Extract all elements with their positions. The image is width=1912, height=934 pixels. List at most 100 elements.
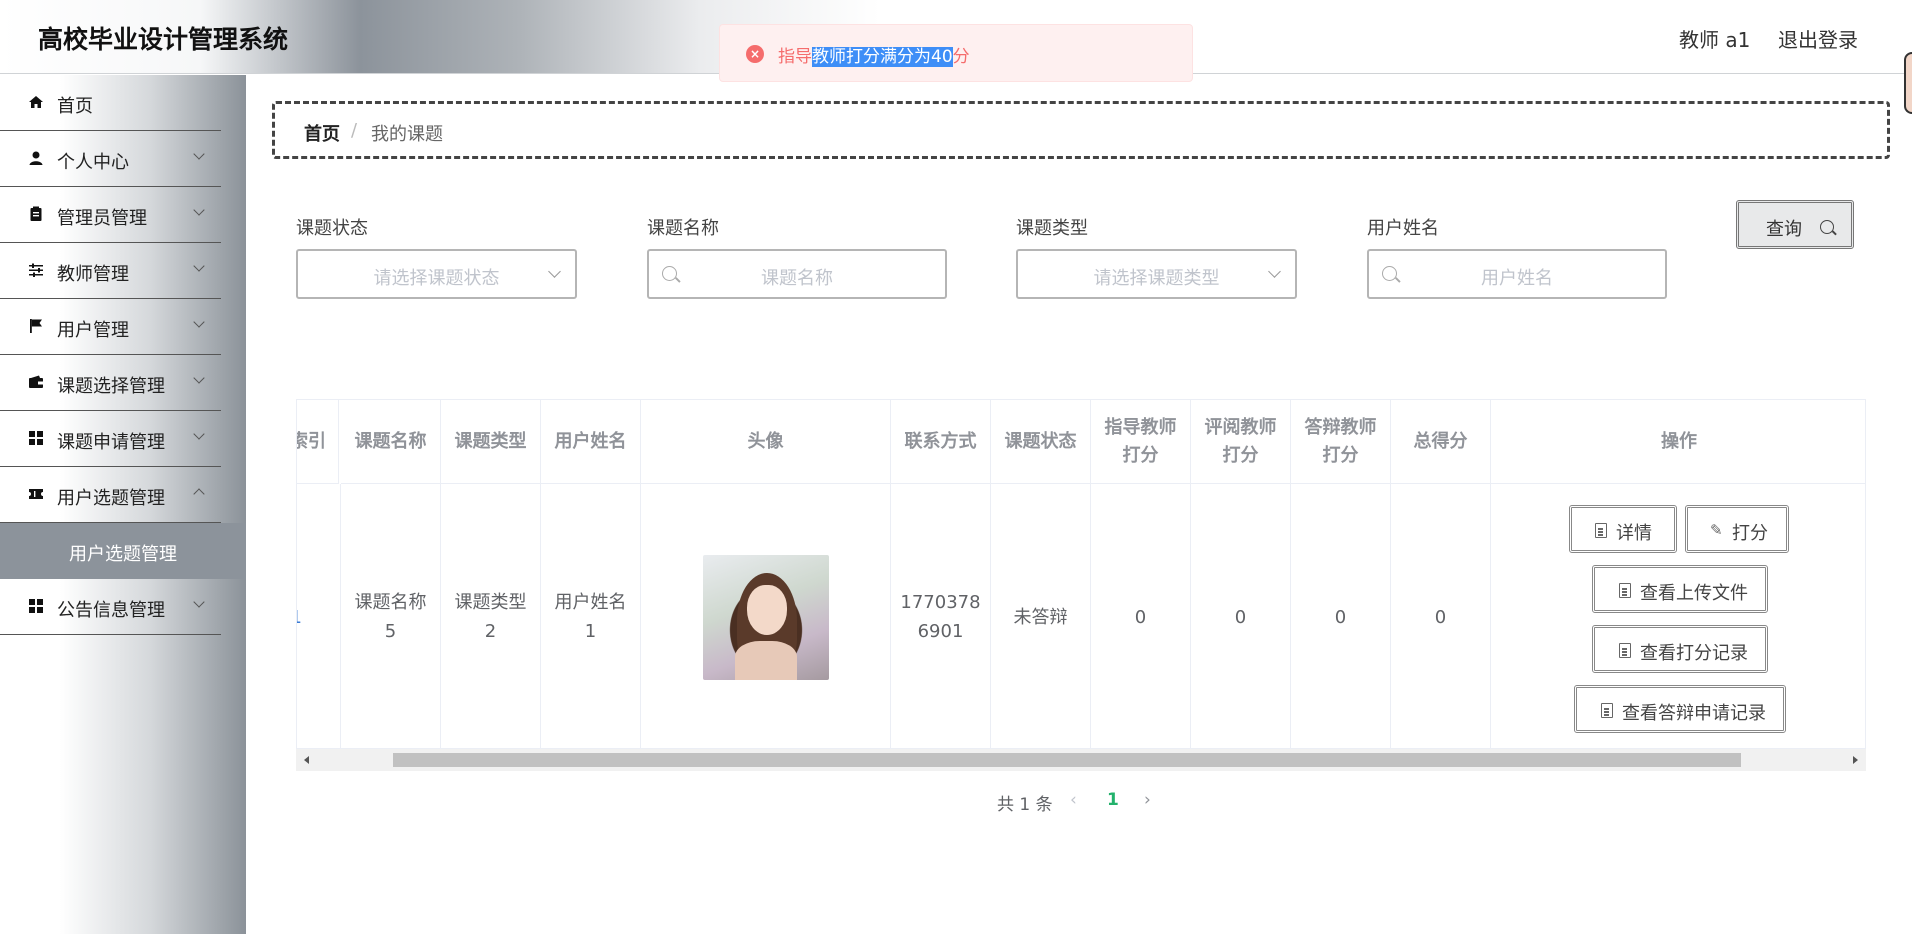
cell-topic-name: 课题名称 5 xyxy=(341,484,441,748)
detail-button[interactable]: 详情 xyxy=(1569,505,1677,553)
view-upload-button[interactable]: 查看上传文件 xyxy=(1592,565,1768,613)
user-name-input[interactable]: 用户姓名 xyxy=(1367,249,1667,299)
sidebar-item-label: 公告信息管理 xyxy=(57,600,165,621)
avatar[interactable] xyxy=(702,554,829,680)
col-header-guide-score-line2: 打分 xyxy=(1122,444,1159,466)
breadcrumb-current: 我的课题 xyxy=(371,124,443,145)
sidebar-item-label: 用户管理 xyxy=(57,320,129,341)
topic-name-placeholder: 课题名称 xyxy=(761,268,833,289)
chevron-down-icon xyxy=(193,148,205,160)
name-filter-label: 课题名称 xyxy=(647,218,719,239)
status-select-placeholder: 请选择课题状态 xyxy=(373,268,500,289)
query-button[interactable]: 查询 xyxy=(1736,200,1854,249)
view-defense-log-button[interactable]: 查看答辩申请记录 xyxy=(1574,685,1786,733)
type-filter-label: 课题类型 xyxy=(1016,218,1088,239)
ticket-icon xyxy=(27,486,45,504)
cell-status: 未答辩 xyxy=(991,484,1091,748)
view-score-log-button[interactable]: 查看打分记录 xyxy=(1592,625,1768,673)
wallet-icon xyxy=(27,374,45,392)
user-filter-label: 用户姓名 xyxy=(1367,218,1439,239)
cell-topic-type: 课题类型 2 xyxy=(441,484,541,748)
sidebar-item-topic-application[interactable]: 课题申请管理 xyxy=(0,411,221,467)
sidebar-item-admins[interactable]: 管理员管理 xyxy=(0,187,221,243)
col-header-total: 总得分 xyxy=(1391,400,1491,484)
col-header-status: 课题状态 xyxy=(991,400,1091,484)
type-select-placeholder: 请选择课题类型 xyxy=(1093,268,1220,289)
col-header-guide-score: 指导教师 打分 xyxy=(1091,400,1191,484)
sliders-icon xyxy=(27,262,45,280)
toast-text-pre: 指导 xyxy=(778,47,812,67)
table-horizontal-scrollbar[interactable] xyxy=(296,749,1866,771)
grid-icon xyxy=(27,598,45,616)
sidebar-item-user-topic[interactable]: 用户选题管理 xyxy=(0,467,221,523)
cell-avatar xyxy=(641,484,891,748)
error-toast: × 指导教师打分满分为40分 xyxy=(719,24,1193,82)
app-title: 高校毕业设计管理系统 xyxy=(38,25,289,54)
cell-user-name: 用户姓名 1 xyxy=(541,484,641,748)
sidebar-item-announcements[interactable]: 公告信息管理 xyxy=(0,579,221,635)
score-button[interactable]: ✎ 打分 xyxy=(1685,505,1789,553)
cell-topic-type-line2: 2 xyxy=(484,621,497,642)
search-icon xyxy=(1820,220,1834,234)
avatar-body xyxy=(734,640,797,680)
sidebar-item-label: 教师管理 xyxy=(57,264,129,285)
status-select[interactable]: 请选择课题状态 xyxy=(296,249,577,299)
sidebar-item-label: 个人中心 xyxy=(57,152,129,173)
cell-contact: 1770378 6901 xyxy=(891,484,991,748)
sidebar-item-users[interactable]: 用户管理 xyxy=(0,299,221,355)
col-header-defense-score-line1: 答辩教师 xyxy=(1304,416,1377,438)
toast-text-highlight: 教师打分满分为40 xyxy=(812,47,953,67)
cell-topic-name-line2: 5 xyxy=(384,621,397,642)
col-header-review-score-line2: 打分 xyxy=(1222,444,1259,466)
topic-table: 索引 课题名称 课题类型 用户姓名 头像 联系方式 课题状态 指导教师 打分 评… xyxy=(296,399,1866,749)
pagination-prev-button[interactable]: ‹ xyxy=(1070,790,1077,810)
cell-total: 0 xyxy=(1391,484,1491,748)
sidebar-item-label: 课题申请管理 xyxy=(57,432,165,453)
chevron-up-icon xyxy=(193,488,205,500)
sidebar-item-label: 首页 xyxy=(57,96,93,117)
scroll-right-arrow-icon[interactable] xyxy=(1853,756,1858,764)
score-button-label: 打分 xyxy=(1732,523,1768,544)
col-header-topic-name: 课题名称 xyxy=(341,400,441,484)
cell-guide-score: 0 xyxy=(1091,484,1191,748)
sidebar-item-label: 课题选择管理 xyxy=(57,376,165,397)
pagination-next-button[interactable]: › xyxy=(1144,790,1151,810)
view-upload-button-label: 查看上传文件 xyxy=(1640,583,1748,604)
submenu-item-user-topic-management[interactable]: 用户选题管理 xyxy=(0,523,246,579)
chevron-down-icon xyxy=(193,596,205,608)
document-icon xyxy=(1595,523,1607,538)
scroll-left-arrow-icon[interactable] xyxy=(304,756,309,764)
user-icon xyxy=(27,150,45,168)
error-circle-icon: × xyxy=(746,45,764,63)
type-select[interactable]: 请选择课题类型 xyxy=(1016,249,1297,299)
col-header-contact: 联系方式 xyxy=(891,400,991,484)
side-tab-handle[interactable] xyxy=(1904,52,1912,114)
col-header-review-score: 评阅教师 打分 xyxy=(1191,400,1291,484)
sidebar-item-label: 用户选题管理 xyxy=(57,488,165,509)
col-header-avatar: 头像 xyxy=(641,400,891,484)
breadcrumb-home-link[interactable]: 首页 xyxy=(304,120,340,146)
sidebar-item-teachers[interactable]: 教师管理 xyxy=(0,243,221,299)
pagination-page-1[interactable]: 1 xyxy=(1107,790,1119,810)
cell-user-name-line1: 用户姓名 xyxy=(554,592,627,613)
sidebar-item-topic-selection[interactable]: 课题选择管理 xyxy=(0,355,221,411)
toast-text-post: 分 xyxy=(952,47,970,67)
document-icon xyxy=(1619,583,1631,598)
sidebar-item-personal[interactable]: 个人中心 xyxy=(0,131,221,187)
cell-contact-line1: 1770378 xyxy=(900,592,981,613)
sidebar-item-label: 管理员管理 xyxy=(57,208,147,229)
detail-button-label: 详情 xyxy=(1616,523,1652,544)
col-header-user-name: 用户姓名 xyxy=(541,400,641,484)
pagination-total: 共 1 条 xyxy=(997,795,1053,815)
chevron-down-icon xyxy=(193,204,205,216)
logout-link[interactable]: 退出登录 xyxy=(1778,24,1858,53)
sidebar-item-home[interactable]: 首页 xyxy=(0,75,221,131)
user-name-placeholder: 用户姓名 xyxy=(1481,268,1553,289)
document-icon xyxy=(1601,703,1613,718)
cell-review-score: 0 xyxy=(1191,484,1291,748)
scrollbar-thumb[interactable] xyxy=(393,753,1741,767)
cell-defense-score: 0 xyxy=(1291,484,1391,748)
topic-name-input[interactable]: 课题名称 xyxy=(647,249,947,299)
col-header-topic-type: 课题类型 xyxy=(441,400,541,484)
col-header-defense-score: 答辩教师 打分 xyxy=(1291,400,1391,484)
